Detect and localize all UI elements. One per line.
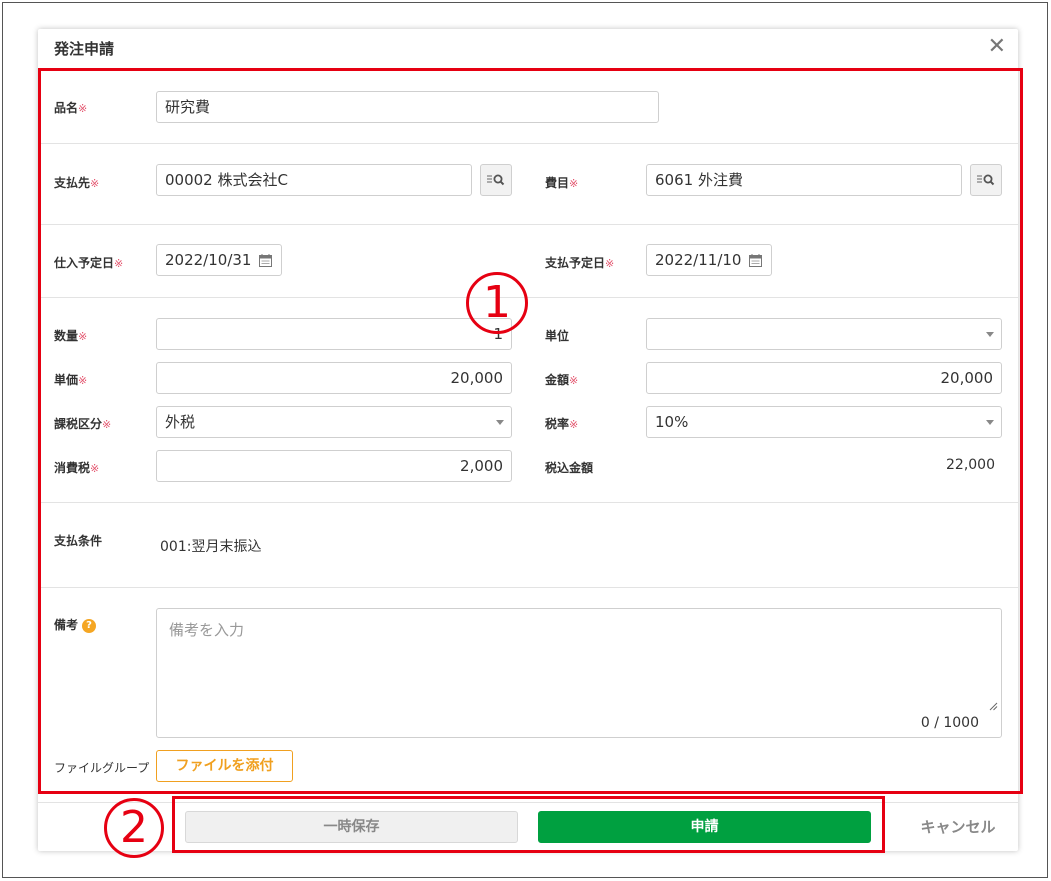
footer-divider <box>38 802 1018 803</box>
tax-category-select[interactable]: 外税 <box>156 406 512 438</box>
close-icon[interactable]: ✕ <box>988 35 1006 59</box>
amount-label-text: 金額 <box>545 373 570 387</box>
total-with-tax-label: 税込金額 <box>545 459 593 476</box>
payee-label: 支払先※ <box>54 174 99 191</box>
remarks-textarea[interactable]: 備考を入力 0 / 1000 <box>156 608 1002 738</box>
total-with-tax-value: 22,000 <box>946 457 995 473</box>
item-name-input[interactable]: 研究費 <box>156 91 659 123</box>
purchase-date-value: 2022/10/31 <box>165 251 252 269</box>
consumption-tax-label: 消費税※ <box>54 459 99 476</box>
annotation-marker-2: ②2 <box>104 798 164 858</box>
chevron-down-icon <box>496 420 504 425</box>
expense-input[interactable]: 6061 外注費 <box>646 164 962 196</box>
calendar-icon[interactable] <box>749 254 762 267</box>
divider <box>41 224 1018 225</box>
item-name-label: 品名※ <box>54 99 87 116</box>
unit-label: 単位 <box>545 327 569 344</box>
quantity-label: 数量※ <box>54 327 87 344</box>
unit-label-text: 単位 <box>545 329 570 343</box>
list-search-icon <box>977 174 995 186</box>
required-mark: ※ <box>569 374 579 387</box>
unit-price-label-text: 単価 <box>54 373 79 387</box>
expense-label: 費目※ <box>545 174 578 191</box>
divider <box>41 297 1018 298</box>
required-mark: ※ <box>90 462 100 475</box>
item-name-label-text: 品名 <box>54 101 79 115</box>
tax-category-label: 課税区分※ <box>54 415 111 432</box>
required-mark: ※ <box>90 177 100 190</box>
list-search-icon <box>487 174 505 186</box>
remarks-label: 備考? <box>54 616 97 633</box>
payment-terms-label: 支払条件 <box>54 534 103 548</box>
resize-grip-icon[interactable] <box>989 702 998 711</box>
payee-label-text: 支払先 <box>54 176 91 190</box>
required-mark: ※ <box>605 257 615 270</box>
payment-date-label: 支払予定日※ <box>545 254 614 271</box>
required-mark: ※ <box>569 177 579 190</box>
remarks-label-text: 備考 <box>54 618 79 632</box>
divider <box>41 502 1018 503</box>
required-mark: ※ <box>569 418 579 431</box>
expense-search-button[interactable] <box>970 164 1002 196</box>
help-icon[interactable]: ? <box>82 618 97 633</box>
dialog-header: 発注申請 ✕ <box>38 29 1018 67</box>
divider <box>41 143 1018 144</box>
unit-select[interactable] <box>646 318 1002 350</box>
save-draft-button[interactable]: 一時保存 <box>185 811 518 843</box>
tax-rate-select[interactable]: 10% <box>646 406 1002 438</box>
chevron-down-icon <box>986 420 994 425</box>
purchase-date-label: 仕入予定日※ <box>54 254 123 271</box>
consumption-tax-label-text: 消費税 <box>54 461 91 475</box>
expense-label-text: 費目 <box>545 176 570 190</box>
consumption-tax-input[interactable]: 2,000 <box>156 450 512 482</box>
divider <box>41 587 1018 588</box>
tax-rate-label: 税率※ <box>545 415 578 432</box>
annotation-marker-1: ①1 <box>466 272 528 334</box>
file-group-label: ファイルグループ <box>54 761 150 775</box>
purchase-date-label-text: 仕入予定日 <box>54 256 115 270</box>
tax-rate-value: 10% <box>655 413 689 431</box>
required-mark: ※ <box>102 418 112 431</box>
required-mark: ※ <box>78 330 88 343</box>
tax-rate-label-text: 税率 <box>545 417 570 431</box>
payment-date-value: 2022/11/10 <box>655 251 742 269</box>
cancel-button[interactable]: キャンセル <box>908 816 1008 838</box>
total-with-tax-label-text: 税込金額 <box>545 461 594 475</box>
payment-date-label-text: 支払予定日 <box>545 256 606 270</box>
tax-category-value: 外税 <box>165 413 196 431</box>
calendar-icon[interactable] <box>259 254 272 267</box>
attach-file-button[interactable]: ファイルを添付 <box>156 750 293 782</box>
quantity-input[interactable]: 1 <box>156 318 512 350</box>
amount-input[interactable]: 20,000 <box>646 362 1002 394</box>
unit-price-input[interactable]: 20,000 <box>156 362 512 394</box>
purchase-date-input[interactable]: 2022/10/31 <box>156 244 282 276</box>
quantity-label-text: 数量 <box>54 329 79 343</box>
required-mark: ※ <box>78 102 88 115</box>
tax-category-label-text: 課税区分 <box>54 417 103 431</box>
payment-date-input[interactable]: 2022/11/10 <box>646 244 772 276</box>
required-mark: ※ <box>78 374 88 387</box>
amount-label: 金額※ <box>545 371 578 388</box>
chevron-down-icon <box>986 332 994 337</box>
payment-terms-value: 001:翌月末振込 <box>160 539 262 555</box>
unit-price-label: 単価※ <box>54 371 87 388</box>
dialog-title: 発注申請 <box>54 40 115 58</box>
payee-search-button[interactable] <box>480 164 512 196</box>
required-mark: ※ <box>114 257 124 270</box>
apply-button[interactable]: 申請 <box>538 811 871 843</box>
remarks-placeholder: 備考を入力 <box>169 621 245 639</box>
character-counter: 0 / 1000 <box>920 715 979 731</box>
payee-input[interactable]: 00002 株式会社C <box>156 164 472 196</box>
